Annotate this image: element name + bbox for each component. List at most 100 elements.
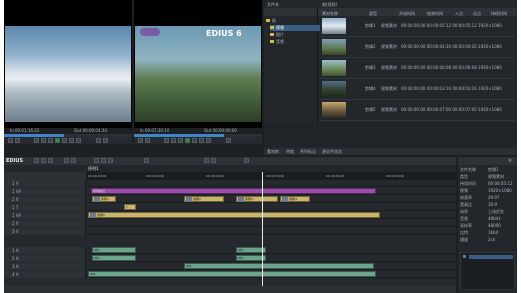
track-header[interactable]: 3 V [4,228,86,235]
player-ffwd-button[interactable] [69,138,74,143]
recorder-rewind-button[interactable] [164,138,169,143]
info-panel: × 文件名称 剪辑1 类型 视频素材 持续时间 00:00:05:12 视频 1920×… [458,157,517,293]
render-button[interactable] [144,158,149,163]
recorder-step-fwd-button[interactable] [192,138,197,143]
track-row: 3 V [4,228,456,235]
marker-clip[interactable]: 序列标记 [91,188,376,194]
player-step-fwd-button[interactable] [62,138,67,143]
track-header[interactable]: 1 V [4,180,86,187]
recorder-play-button[interactable] [185,138,190,143]
timeline-scrollbar[interactable] [4,286,456,293]
track-header[interactable]: 1 A [4,247,86,254]
recorder-scrubber[interactable] [134,134,262,137]
player-insert-button[interactable] [96,138,101,143]
player-stop-button[interactable] [48,138,53,143]
folder-icon [270,33,274,36]
edius-logo-icon [140,28,160,36]
video-clip[interactable]: 剪辑1 [92,196,116,202]
bin-row[interactable]: 剪辑2 视频素材 00:00:00:00 00:00:04:20 00:00:0… [319,37,515,58]
track-header[interactable]: 1 T [4,204,86,211]
recorder-stop-button[interactable] [178,138,183,143]
bin-row[interactable]: 剪辑5 视频素材 00:00:00:00 00:00:07:00 00:00:0… [319,100,515,121]
track-row: 1 V [4,180,456,187]
recorder-transport [134,134,262,144]
track-row: 4 A 001 [4,271,456,278]
folder-root[interactable]: 根 [266,18,316,24]
ruler-tick-label: 00:00:50;00 [386,174,405,178]
video-clip[interactable]: 剪辑5 [88,212,380,218]
copy-button[interactable] [101,158,106,163]
recorder-ffwd-button[interactable] [199,138,204,143]
track-header[interactable]: 4 A [4,271,86,278]
video-clip[interactable]: 剪辑2 [184,196,224,202]
audio-clip[interactable]: 001 [184,263,374,269]
player-play-button[interactable] [55,138,60,143]
effect-item[interactable] [469,255,513,259]
folder-audio[interactable]: 音频 [270,39,320,45]
clip-thumbnail [322,81,346,97]
track-header[interactable]: 2 V [4,220,86,227]
track-row: 2 A 001 001 [4,255,456,262]
track-header[interactable]: 1 VA [4,188,86,195]
track-header-top [4,172,86,180]
open-project-button[interactable] [41,158,46,163]
bin-bottom-tabs: 素材库 特效 序列标记 源文件浏览 [264,148,517,155]
timeline-app-label: EDIUS [6,158,24,164]
clip-thumbnail [322,102,346,118]
player-mark-out-button[interactable] [15,138,20,143]
player-overwrite-button[interactable] [103,138,108,143]
paste-button[interactable] [108,158,113,163]
new-sequence-button[interactable] [34,158,39,163]
title-button[interactable] [204,158,209,163]
checkbox-icon[interactable] [463,255,466,258]
bin-row[interactable]: 剪辑1 视频素材 00:00:00:00 00:00:05:12 00:00:0… [319,16,515,37]
player-scrubber[interactable] [4,134,132,137]
folder-video[interactable]: 视频 [270,25,320,31]
bin-row[interactable]: 剪辑4 视频素材 00:00:00:00 00:00:03:16 00:00:0… [319,79,515,100]
recorder-mark-in-button[interactable] [138,138,143,143]
track-header[interactable]: 2 A [4,255,86,262]
cut-button[interactable] [94,158,99,163]
player-mark-in-button[interactable] [8,138,13,143]
video-clip[interactable]: 剪辑4 [280,196,310,202]
player-out-timecode: Out 00:00:04:24 [74,128,107,133]
player-transport [4,134,132,144]
title-clip[interactable]: T [124,204,136,210]
info-panel-header: × [458,157,517,165]
time-ruler[interactable]: 00:00:00;00 00:00:10;00 00:00:20;00 00:0… [86,172,456,180]
redo-button[interactable] [71,158,76,163]
recorder-mark-out-button[interactable] [145,138,150,143]
close-icon[interactable]: × [508,158,513,164]
track-header[interactable]: 2 V [4,196,86,203]
undo-button[interactable] [64,158,69,163]
asset-bin-panel: 文件夹 根(视频) 根 视频 图片 音频 素材名称 类型 开始时间 结束时间 入… [264,0,517,155]
video-clip[interactable]: 剪辑3 [236,196,278,202]
track-header[interactable]: 1 VA [4,212,86,219]
track-header[interactable]: 3 A [4,263,86,270]
tab-bin[interactable]: 素材库 [267,149,279,155]
tab-sequence-markers[interactable]: 序列标记 [300,149,316,155]
tab-effects[interactable]: 特效 [286,149,294,155]
folder-images[interactable]: 图片 [270,32,320,38]
recorder-step-back-button[interactable] [171,138,176,143]
playhead[interactable] [262,172,263,293]
recorder-loop-button[interactable] [206,138,211,143]
export-button[interactable] [244,158,249,163]
player-step-back-button[interactable] [41,138,46,143]
audio-clip[interactable]: 001 [88,271,376,277]
recorder-out-timecode: Out 00:00:00:00 [204,128,237,133]
track-row: 2 V [4,220,456,227]
audio-clip[interactable]: 001 [92,247,136,253]
edius-logo-text: EDIUS 6 [206,29,242,38]
effect-list[interactable] [460,252,515,290]
snap-button[interactable] [211,158,216,163]
recorder-export-button[interactable] [226,138,231,143]
folder-icon [270,26,274,29]
player-loop-button[interactable] [76,138,81,143]
save-project-button[interactable] [48,158,53,163]
player-rewind-button[interactable] [34,138,39,143]
audio-clip[interactable]: 001 [92,255,136,261]
track-row: 1 VA 剪辑5 [4,212,456,219]
bin-row[interactable]: 剪辑3 视频素材 00:00:00:00 00:00:06:08 00:00:0… [319,58,515,79]
tab-source-browser[interactable]: 源文件浏览 [322,149,342,155]
